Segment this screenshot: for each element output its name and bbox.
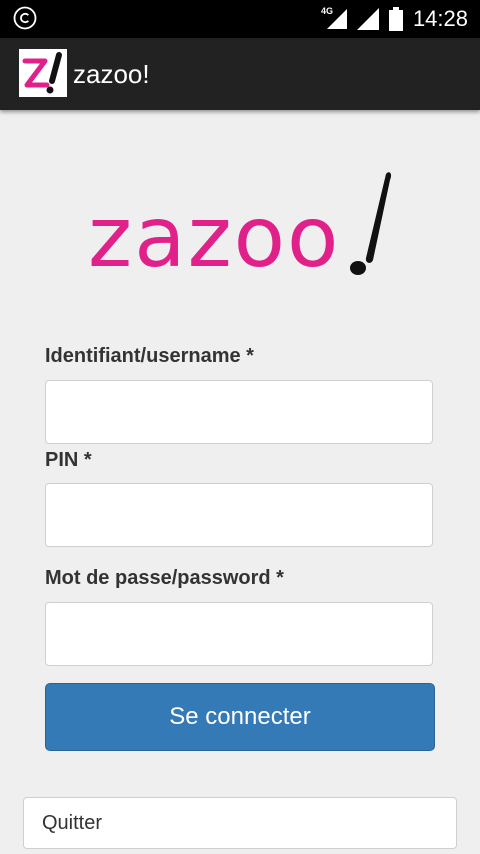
status-bar: 4G 14:28 [0,0,480,38]
quit-button[interactable]: Quitter [23,797,457,849]
zazoo-logo: zazoo [88,172,392,284]
password-label: Mot de passe/password * [45,567,284,589]
username-input[interactable] [45,380,433,444]
login-button[interactable]: Se connecter [45,683,435,751]
signal-icon [356,8,379,30]
clock: 14:28 [412,6,468,31]
app-bar: zazoo! [0,38,480,110]
pin-input[interactable] [45,483,433,547]
copyright-icon [13,6,37,30]
signal-4g-icon: 4G [321,6,347,31]
pin-label: PIN * [45,449,92,471]
password-input[interactable] [45,602,433,666]
logo-wordmark: zazoo [88,188,340,284]
app-title: zazoo! [73,59,150,89]
app-logo-icon[interactable] [19,49,67,97]
battery-icon [388,7,403,31]
username-label: Identifiant/username * [45,345,254,367]
